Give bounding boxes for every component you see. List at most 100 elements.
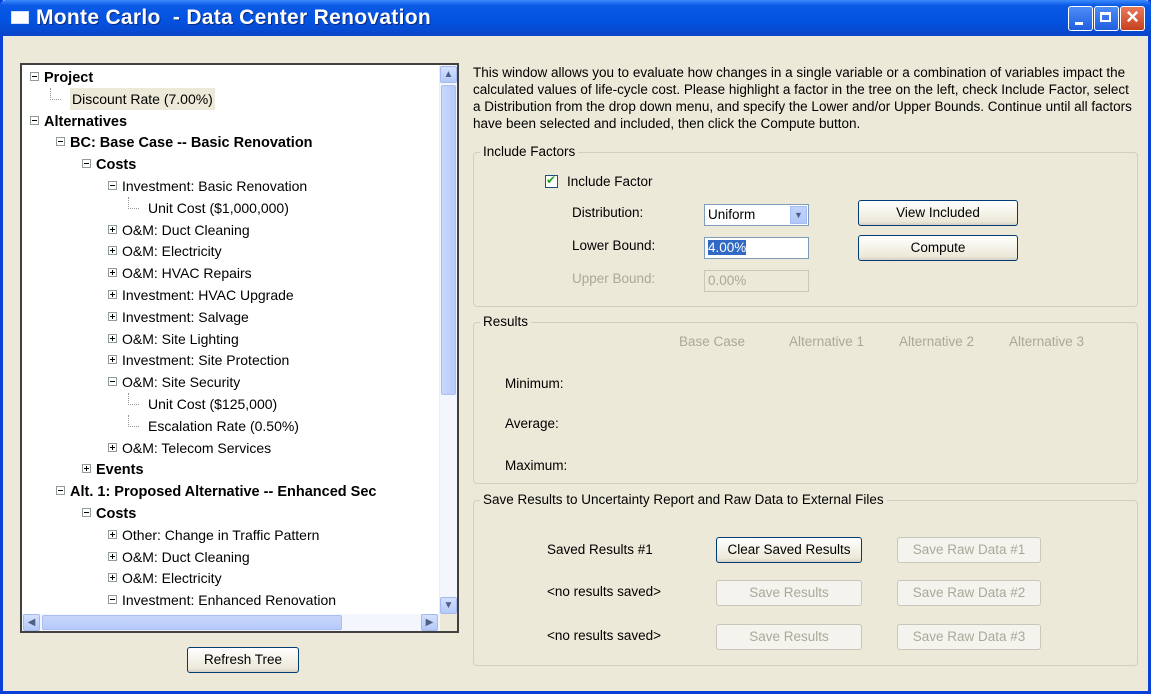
tree-node-label: Unit Cost ($125,000) xyxy=(148,396,278,412)
clear-saved-results-button[interactable]: Clear Saved Results xyxy=(716,537,862,563)
chevron-down-icon[interactable]: ▼ xyxy=(790,206,807,224)
tree-node-label: O&M: Duct Cleaning xyxy=(122,548,250,565)
tree-node-label: O&M: Electricity xyxy=(122,570,222,587)
expand-icon[interactable] xyxy=(108,442,117,452)
minimize-button[interactable] xyxy=(1068,6,1093,31)
expand-icon[interactable] xyxy=(108,290,117,299)
scroll-thumb[interactable] xyxy=(441,85,456,395)
expand-icon[interactable] xyxy=(108,268,117,278)
tree-node[interactable]: Discount Rate (7.00%) xyxy=(22,87,215,110)
collapse-icon[interactable] xyxy=(108,181,117,190)
tree-node[interactable]: Alt. 1: Proposed Alternative -- Enhanced… xyxy=(22,480,376,502)
row-minimum: Minimum: xyxy=(505,376,564,391)
tree-node[interactable]: Events xyxy=(22,458,144,480)
tree-node[interactable]: Other: Change in Traffic Pattern xyxy=(22,524,319,546)
scroll-up-button[interactable]: ▲ xyxy=(440,66,457,83)
tree-connector xyxy=(128,414,139,427)
tree-node[interactable]: BC: Base Case -- Basic Renovation xyxy=(22,131,313,153)
scroll-down-button[interactable]: ▼ xyxy=(440,597,457,614)
tree-vertical-scrollbar[interactable]: ▲ ▼ xyxy=(439,65,457,615)
tree-node-label: O&M: Electricity xyxy=(122,243,222,260)
scroll-left-button[interactable]: ◀ xyxy=(23,614,40,631)
lower-bound-value: 4.00% xyxy=(708,240,747,255)
tree-node[interactable]: Project xyxy=(22,66,93,88)
include-factor-checkbox[interactable] xyxy=(545,173,558,188)
tree-node[interactable]: O&M: Site Lighting xyxy=(22,328,239,350)
refresh-tree-button[interactable]: Refresh Tree xyxy=(187,647,299,673)
distribution-dropdown[interactable]: Uniform ▼ xyxy=(704,204,809,226)
close-button[interactable]: × xyxy=(1120,4,1145,31)
tree-node[interactable]: Investment: Enhanced Renovation xyxy=(22,589,336,611)
col-alternative-2: Alternative 2 xyxy=(899,334,975,349)
title-bar[interactable]: Monte Carlo - Data Center Renovation × xyxy=(0,0,1151,36)
tree-node[interactable]: Costs xyxy=(22,502,136,524)
tree-node[interactable]: O&M: Duct Cleaning xyxy=(22,219,250,241)
save-raw-data-1-button[interactable]: Save Raw Data #1 xyxy=(897,537,1041,563)
tree-node[interactable]: O&M: Telecom Services xyxy=(22,437,271,459)
results-legend: Results xyxy=(480,314,532,329)
tree-node[interactable]: O&M: Electricity xyxy=(22,240,222,262)
include-factors-legend: Include Factors xyxy=(480,144,579,159)
tree-node[interactable]: O&M: Electricity xyxy=(22,567,222,589)
tree-node[interactable]: Investment: Salvage xyxy=(22,306,249,328)
tree-node-label: Costs xyxy=(96,506,137,522)
col-base-case: Base Case xyxy=(679,334,746,349)
lower-bound-input[interactable]: 4.00% xyxy=(704,237,809,259)
tree-node[interactable]: Unit Cost ($1,000,000) xyxy=(22,196,289,219)
tree-node[interactable]: Unit Cost ($125,000) xyxy=(22,393,277,415)
expand-icon[interactable] xyxy=(108,529,117,539)
collapse-icon[interactable] xyxy=(56,137,65,147)
collapse-icon[interactable] xyxy=(56,486,65,496)
expand-icon[interactable] xyxy=(108,224,117,234)
compute-button[interactable]: Compute xyxy=(858,235,1018,261)
upper-bound-input[interactable]: 0.00% xyxy=(704,270,809,292)
tree-node[interactable]: Investment: Basic Renovation xyxy=(22,175,307,197)
save-raw-data-2-button[interactable]: Save Raw Data #2 xyxy=(897,580,1041,606)
collapse-icon[interactable] xyxy=(108,595,117,605)
instructions-text: This window allows you to evaluate how c… xyxy=(473,65,1132,131)
tree-horizontal-scrollbar[interactable]: ◀ ▶ xyxy=(22,614,440,631)
tree-node-label: Costs xyxy=(96,157,137,174)
view-included-button[interactable]: View Included xyxy=(858,200,1018,226)
save-results-legend: Save Results to Uncertainty Report and R… xyxy=(480,492,887,507)
tree-node-label: Investment: Site Protection xyxy=(122,352,290,369)
hscroll-thumb[interactable] xyxy=(42,615,342,630)
tree-node[interactable]: Costs xyxy=(22,153,136,175)
tree-node[interactable]: O&M: Site Security xyxy=(22,371,240,393)
tree-node-label: Project xyxy=(44,70,94,86)
scroll-right-button[interactable]: ▶ xyxy=(421,614,438,631)
maximize-button[interactable] xyxy=(1094,6,1119,31)
tree-node[interactable]: Investment: HVAC Upgrade xyxy=(22,284,294,306)
expand-icon[interactable] xyxy=(108,573,117,583)
expand-icon[interactable] xyxy=(108,355,117,365)
save-raw-data-3-button[interactable]: Save Raw Data #3 xyxy=(897,624,1041,650)
factor-tree[interactable]: Project Discount Rate (7.00%) Alternatives… xyxy=(20,63,459,633)
expand-icon[interactable] xyxy=(108,246,117,256)
tree-node[interactable]: O&M: HVAC Repairs xyxy=(22,262,252,284)
row-maximum: Maximum: xyxy=(505,458,568,473)
tree-node-label: BC: Base Case -- Basic Renovation xyxy=(70,135,313,152)
expand-icon[interactable] xyxy=(108,311,117,321)
tree-node[interactable]: Escalation Rate (0.50%) xyxy=(22,414,299,437)
collapse-icon[interactable] xyxy=(30,72,39,81)
collapse-icon[interactable] xyxy=(30,115,39,125)
tree-node-label: O&M: HVAC Repairs xyxy=(122,265,252,282)
save-results-3-button[interactable]: Save Results xyxy=(716,624,862,650)
saved-results-2-label: <no results saved> xyxy=(547,584,662,599)
scroll-corner xyxy=(440,614,457,631)
tree-node[interactable]: Alternatives xyxy=(22,110,127,132)
collapse-icon[interactable] xyxy=(82,159,91,169)
distribution-label: Distribution: xyxy=(572,205,644,220)
tree-node-label: Investment: Salvage xyxy=(122,308,249,325)
expand-icon[interactable] xyxy=(108,551,117,561)
expand-icon[interactable] xyxy=(82,464,91,474)
tree-node-label: Investment: HVAC Upgrade xyxy=(122,287,294,303)
tree-node[interactable]: O&M: Duct Cleaning xyxy=(22,546,250,568)
collapse-icon[interactable] xyxy=(82,508,91,517)
tree-node[interactable]: Investment: Site Protection xyxy=(22,349,289,371)
distribution-value: Uniform xyxy=(708,207,756,222)
collapse-icon[interactable] xyxy=(108,377,117,387)
expand-icon[interactable] xyxy=(108,333,117,343)
save-results-2-button[interactable]: Save Results xyxy=(716,580,862,606)
tree-node-label: O&M: Duct Cleaning xyxy=(122,221,250,238)
